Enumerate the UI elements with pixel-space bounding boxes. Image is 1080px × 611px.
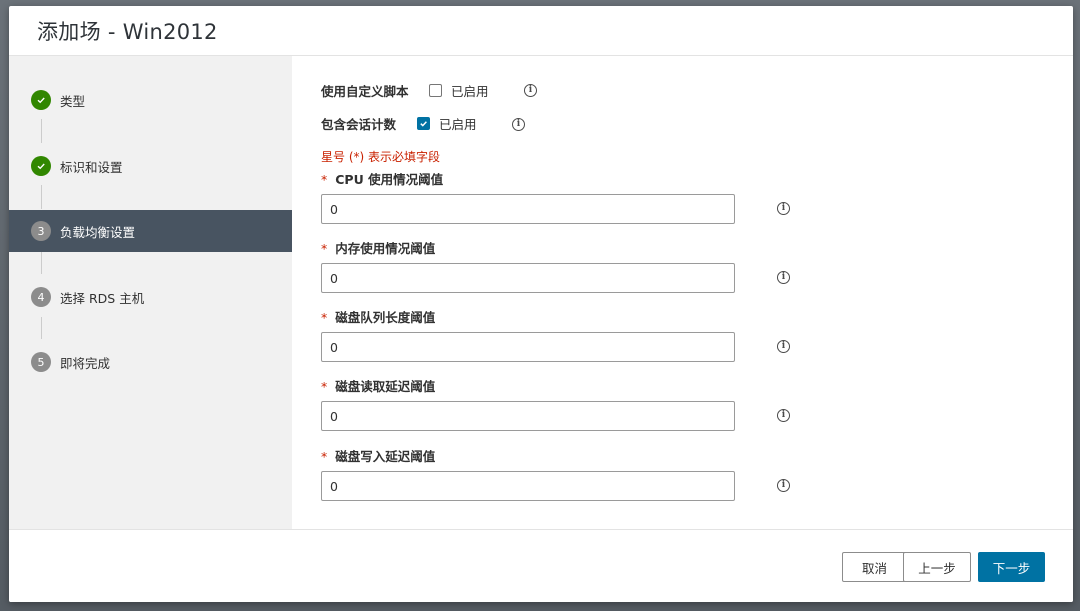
step-connector bbox=[41, 252, 42, 274]
required-marker: * bbox=[321, 172, 328, 187]
disk-queue-threshold-input[interactable] bbox=[321, 332, 735, 362]
field-label-text: 磁盘读取延迟阈值 bbox=[335, 379, 436, 394]
cancel-button[interactable]: 取消 bbox=[842, 552, 907, 582]
custom-script-option: 使用自定义脚本 已启用 bbox=[321, 80, 489, 100]
wizard-step-type[interactable]: 类型 bbox=[9, 79, 292, 121]
check-icon bbox=[31, 90, 51, 110]
info-icon[interactable]: i bbox=[777, 340, 790, 353]
step-number-badge: 5 bbox=[31, 352, 51, 372]
custom-script-checkbox[interactable] bbox=[429, 83, 442, 97]
field-label-text: 内存使用情况阈值 bbox=[335, 241, 436, 256]
field-label-text: CPU 使用情况阈值 bbox=[335, 172, 444, 187]
required-marker: * bbox=[321, 449, 328, 464]
wizard-step-select-rds-hosts[interactable]: 4 选择 RDS 主机 bbox=[9, 276, 292, 318]
disk-write-latency-threshold-input[interactable] bbox=[321, 471, 735, 501]
cpu-threshold-label: * CPU 使用情况阈值 bbox=[321, 169, 443, 188]
info-icon[interactable]: i bbox=[777, 271, 790, 284]
disk-read-latency-threshold-input[interactable] bbox=[321, 401, 735, 431]
session-count-label: 包含会话计数 bbox=[321, 116, 397, 132]
required-marker: * bbox=[321, 241, 328, 256]
memory-threshold-input[interactable] bbox=[321, 263, 735, 293]
next-button[interactable]: 下一步 bbox=[978, 552, 1045, 582]
memory-threshold-label: * 内存使用情况阈值 bbox=[321, 238, 435, 257]
load-balancing-form: 使用自定义脚本 已启用 i 包含会话计数 已启用 i 星号 (*) 表示必填字段… bbox=[292, 56, 1073, 529]
wizard-step-load-balancing[interactable]: 3 负载均衡设置 bbox=[9, 210, 292, 252]
required-fields-note: 星号 (*) 表示必填字段 bbox=[321, 150, 440, 164]
info-icon[interactable]: i bbox=[777, 202, 790, 215]
required-marker: * bbox=[321, 310, 328, 325]
step-connector bbox=[41, 317, 42, 339]
wizard-step-label: 负载均衡设置 bbox=[60, 224, 136, 240]
session-count-enabled-label: 已启用 bbox=[439, 116, 477, 132]
add-farm-dialog: 添加场 - Win2012 类型 标识和设置 3 负载均衡设置 4 选择 RDS… bbox=[9, 6, 1073, 602]
wizard-steps-sidebar: 类型 标识和设置 3 负载均衡设置 4 选择 RDS 主机 5 即将完成 bbox=[9, 56, 292, 529]
step-connector bbox=[41, 119, 42, 143]
required-marker: * bbox=[321, 379, 328, 394]
checkmark-icon bbox=[420, 120, 427, 127]
wizard-step-label: 即将完成 bbox=[60, 355, 111, 371]
dialog-title: 添加场 - Win2012 bbox=[37, 20, 218, 44]
check-icon bbox=[31, 156, 51, 176]
step-number-badge: 3 bbox=[31, 221, 51, 241]
step-connector bbox=[41, 185, 42, 209]
back-button[interactable]: 上一步 bbox=[903, 552, 971, 582]
step-number-badge: 4 bbox=[31, 287, 51, 307]
disk-read-latency-threshold-label: * 磁盘读取延迟阈值 bbox=[321, 376, 435, 395]
wizard-step-label: 类型 bbox=[60, 93, 86, 109]
custom-script-label: 使用自定义脚本 bbox=[321, 83, 409, 99]
disk-write-latency-threshold-label: * 磁盘写入延迟阈值 bbox=[321, 446, 435, 465]
session-count-option: 包含会话计数 已启用 bbox=[321, 113, 477, 133]
info-icon[interactable]: i bbox=[777, 479, 790, 492]
wizard-step-label: 选择 RDS 主机 bbox=[60, 290, 145, 306]
disk-queue-threshold-label: * 磁盘队列长度阈值 bbox=[321, 307, 435, 326]
wizard-step-ready-to-complete[interactable]: 5 即将完成 bbox=[9, 341, 292, 383]
field-label-text: 磁盘队列长度阈值 bbox=[335, 310, 436, 325]
custom-script-enabled-label: 已启用 bbox=[451, 83, 489, 99]
dialog-header: 添加场 - Win2012 bbox=[9, 6, 1073, 56]
info-icon[interactable]: i bbox=[524, 84, 537, 97]
field-label-text: 磁盘写入延迟阈值 bbox=[335, 449, 436, 464]
session-count-checkbox[interactable] bbox=[417, 116, 430, 130]
info-icon[interactable]: i bbox=[512, 118, 525, 131]
info-icon[interactable]: i bbox=[777, 409, 790, 422]
wizard-step-label: 标识和设置 bbox=[60, 159, 123, 175]
wizard-step-identification[interactable]: 标识和设置 bbox=[9, 145, 292, 187]
dialog-footer: 取消 上一步 下一步 bbox=[9, 529, 1073, 602]
cpu-threshold-input[interactable] bbox=[321, 194, 735, 224]
